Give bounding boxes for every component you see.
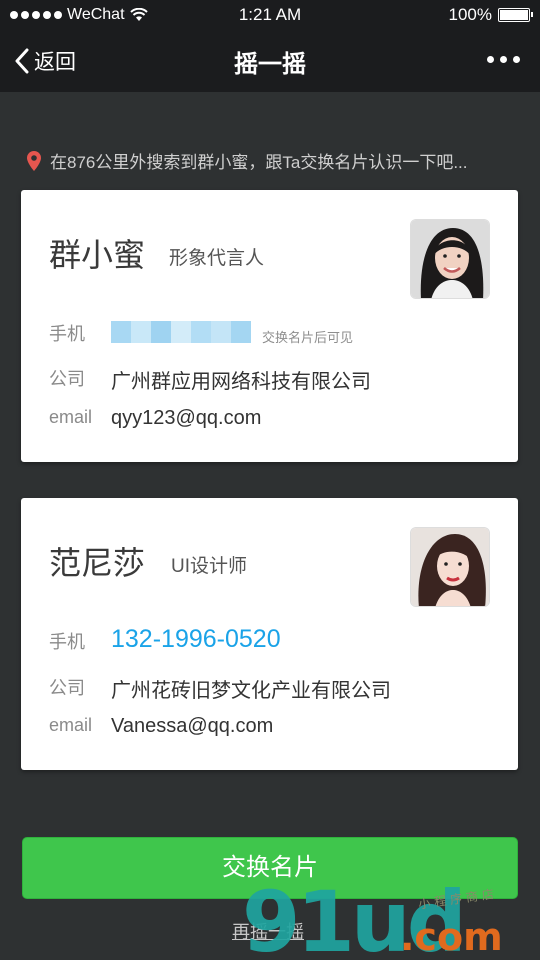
avatar [410,527,490,607]
hidden-phone-mosaic [111,321,251,343]
company-value: 广州花砖旧梦文化产业有限公司 [111,680,391,702]
card-title: 形象代言人 [169,248,265,269]
phone-label: 手机 [49,324,85,344]
phone-label: 手机 [49,632,85,652]
more-menu-button[interactable] [487,56,520,63]
business-card-1[interactable]: 群小蜜 形象代言人 手机 交换名片后可见 公司 广州群应用网络科技有限公司 em… [21,190,518,462]
location-hint: 在876公里外搜索到群小蜜，跟Ta交换名片认识一下吧... [26,148,468,173]
status-bar: WeChat 1:21 AM 100% [0,0,540,30]
battery-icon [498,8,533,22]
avatar [410,219,490,299]
business-card-2[interactable]: 范尼莎 UI设计师 手机 132-1996-0520 公司 广州花砖旧梦文化产业… [21,498,518,770]
phone-hidden-note: 交换名片后可见 [262,330,354,345]
location-hint-text: 在876公里外搜索到群小蜜，跟Ta交换名片认识一下吧... [50,153,468,172]
battery-indicator: 100% [448,5,533,25]
card-name: 群小蜜 [49,237,146,273]
card-name: 范尼莎 [49,545,146,581]
watermark-suffix: .com [400,915,503,959]
page-title: 摇一摇 [234,51,306,78]
company-label: 公司 [49,369,85,389]
battery-percent: 100% [448,5,492,24]
email-value[interactable]: qyy123@qq.com [111,407,261,430]
email-label: email [49,407,93,427]
location-pin-icon [27,150,41,171]
company-label: 公司 [49,678,85,698]
more-dots-icon [487,56,494,63]
email-label: email [49,715,93,735]
phone-number-link[interactable]: 132-1996-0520 [111,625,281,654]
email-value[interactable]: Vanessa@qq.com [111,715,273,738]
nav-bar: 返回 摇一摇 [0,30,540,92]
card-title: UI设计师 [171,556,248,577]
company-value: 广州群应用网络科技有限公司 [111,371,371,393]
